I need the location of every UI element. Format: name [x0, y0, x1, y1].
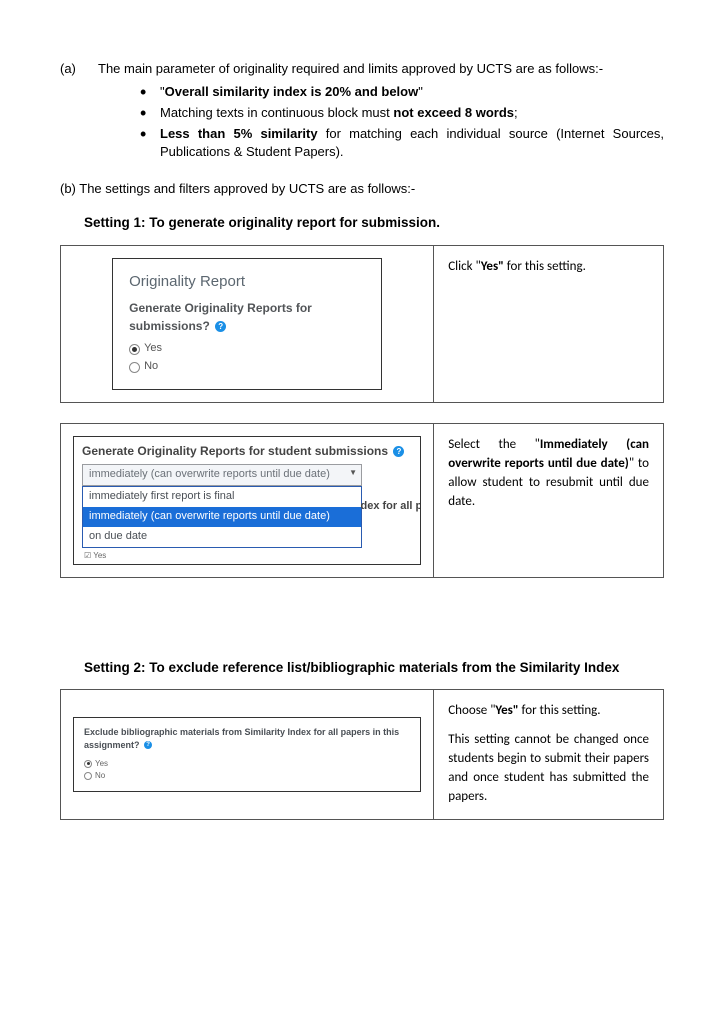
- panel-report-timing: Generate Originality Reports for student…: [60, 423, 664, 578]
- originality-report-box: Originality Report Generate Originality …: [112, 258, 382, 390]
- help-icon[interactable]: ?: [393, 446, 404, 457]
- timing-select[interactable]: immediately (can overwrite reports until…: [82, 464, 362, 486]
- dropdown-option-selected[interactable]: immediately (can overwrite reports until…: [83, 507, 361, 527]
- dropdown-option[interactable]: immediately first report is final: [83, 487, 361, 507]
- section-a-label: (a): [60, 60, 98, 79]
- panel-right-instruction: Choose "Yes" for this setting. This sett…: [434, 690, 663, 818]
- radio-no[interactable]: No: [84, 770, 410, 782]
- radio-dot-icon: [129, 362, 140, 373]
- radio-dot-icon: [84, 760, 92, 768]
- panel-left: Generate Originality Reports for student…: [61, 424, 434, 577]
- section-a-text: The main parameter of originality requir…: [98, 60, 664, 79]
- panel-right-instruction: Click "Yes" for this setting.: [434, 246, 663, 402]
- radio-dot-icon: [129, 344, 140, 355]
- section-b-text: (b) The settings and filters approved by…: [60, 180, 664, 199]
- radio-yes[interactable]: Yes: [129, 341, 365, 357]
- help-icon[interactable]: ?: [144, 741, 152, 749]
- panel-left: Originality Report Generate Originality …: [61, 246, 434, 402]
- exclude-question: Exclude bibliographic materials from Sim…: [84, 726, 410, 752]
- radio-dot-icon: [84, 772, 92, 780]
- cropped-text: dex for all p: [360, 499, 421, 515]
- setting-1-title: Setting 1: To generate originality repor…: [84, 213, 664, 233]
- report-timing-box: Generate Originality Reports for student…: [73, 436, 421, 565]
- radio-yes[interactable]: Yes: [84, 758, 410, 770]
- bullet-item: "Overall similarity index is 20% and bel…: [140, 83, 664, 102]
- panel-originality-report: Originality Report Generate Originality …: [60, 245, 664, 403]
- generate-question: Generate Originality Reports for submiss…: [129, 300, 365, 335]
- bullet-item: Matching texts in continuous block must …: [140, 104, 664, 123]
- tiny-yes-label: ☑ Yes: [82, 550, 412, 562]
- panel-right-instruction: Select the "Immediately (can overwrite r…: [434, 424, 663, 577]
- setting-2-title: Setting 2: To exclude reference list/bib…: [84, 658, 664, 678]
- timing-question: Generate Originality Reports for student…: [82, 443, 412, 460]
- radio-no[interactable]: No: [129, 359, 365, 375]
- timing-dropdown-list: immediately first report is final immedi…: [82, 486, 362, 548]
- bullet-item: Less than 5% similarity for matching eac…: [140, 125, 664, 163]
- panel-exclude-biblio: Exclude bibliographic materials from Sim…: [60, 689, 664, 819]
- section-a-bullets: "Overall similarity index is 20% and bel…: [140, 83, 664, 162]
- section-a: (a) The main parameter of originality re…: [60, 60, 664, 79]
- exclude-biblio-box: Exclude bibliographic materials from Sim…: [73, 717, 421, 792]
- originality-report-heading: Originality Report: [129, 271, 365, 293]
- panel-left: Exclude bibliographic materials from Sim…: [61, 690, 434, 818]
- dropdown-option[interactable]: on due date: [83, 527, 361, 547]
- help-icon[interactable]: ?: [215, 321, 226, 332]
